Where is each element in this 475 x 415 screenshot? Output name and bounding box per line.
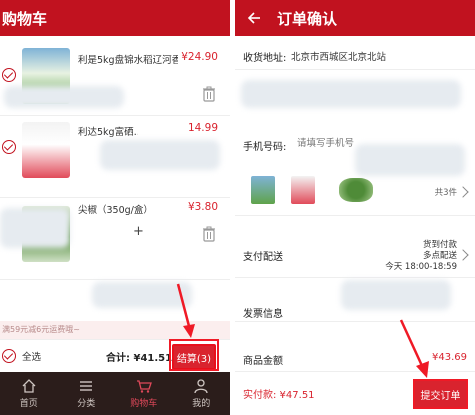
blurred-area <box>100 140 220 170</box>
address-value: 北京市西城区北京北站 <box>291 52 387 63</box>
cart-item[interactable]: 利达5kg富硒… 14.99 <box>0 116 230 198</box>
cart-total: 合计: ¥41.51 <box>106 352 173 364</box>
products-row[interactable]: 共3件 <box>235 166 475 216</box>
address-label: 收货地址: <box>243 53 287 64</box>
tab-profile[interactable]: 我的 <box>173 372 231 415</box>
cart-item[interactable]: 尖椒（350g/盒） ¥3.80 + <box>0 198 230 280</box>
tab-category[interactable]: 分类 <box>58 372 116 415</box>
menu-icon <box>80 381 93 391</box>
rice-bag-image <box>22 122 70 178</box>
item-checkbox[interactable] <box>2 68 16 82</box>
order-header: 订单确认 <box>235 0 475 36</box>
order-form: 收货地址: 北京市西城区北京北站 手机号码: 共3件 支付配送 货到付 <box>235 36 475 371</box>
trash-icon[interactable] <box>202 226 216 242</box>
blurred-area <box>4 86 124 108</box>
actual-pay: 实付款: ¥47.51 <box>243 390 315 401</box>
blurred-area <box>92 282 192 308</box>
cart-panel: 购物车 利是5kg盘锦水稻辽河香 ¥24.90 利达5kg富硒… 14.99 尖… <box>0 0 230 415</box>
item-price: ¥24.90 <box>181 51 218 63</box>
product-thumb-rice <box>291 176 315 204</box>
product-thumb-rice <box>251 176 275 204</box>
item-checkbox[interactable] <box>2 140 16 154</box>
cart-header: 购物车 <box>0 0 230 36</box>
order-panel: 订单确认 收货地址: 北京市西城区北京北站 手机号码: 共3件 <box>235 0 475 415</box>
chevron-right-icon <box>457 186 469 198</box>
blurred-area <box>341 280 451 310</box>
address-row[interactable]: 收货地址: 北京市西城区北京北站 <box>235 36 475 70</box>
delivery-label: 支付配送 <box>243 252 283 263</box>
highlight-frame <box>169 339 219 371</box>
user-icon <box>194 379 208 394</box>
bottom-tabbar: 首页 分类 购物车 我的 <box>0 372 230 415</box>
order-title: 订单确认 <box>277 9 338 28</box>
blurred-area <box>0 208 70 248</box>
back-arrow-icon[interactable] <box>243 7 265 29</box>
tab-label: 分类 <box>77 399 96 409</box>
select-all-checkbox[interactable] <box>2 349 16 363</box>
tab-home[interactable]: 首页 <box>0 372 58 415</box>
tab-label: 首页 <box>19 399 38 409</box>
delivery-row[interactable]: 支付配送 货到付款 多点配送 今天 18:00-18:59 <box>235 226 475 278</box>
item-name: 利是5kg盘锦水稻辽河香 <box>78 55 178 66</box>
home-icon <box>22 379 36 393</box>
trash-icon[interactable] <box>202 86 216 102</box>
select-all-label[interactable]: 全选 <box>22 349 41 363</box>
tab-cart[interactable]: 购物车 <box>115 372 173 415</box>
cart-list: 利是5kg盘锦水稻辽河香 ¥24.90 利达5kg富硒… 14.99 尖椒（35… <box>0 36 230 321</box>
product-thumb-pepper <box>339 178 373 202</box>
order-footer: 实付款: ¥47.51 提交订单 <box>235 371 475 415</box>
screenshot: 购物车 利是5kg盘锦水稻辽河香 ¥24.90 利达5kg富硒… 14.99 尖… <box>0 0 475 415</box>
submit-order-button[interactable]: 提交订单 <box>413 379 468 409</box>
chevron-right-icon <box>457 249 469 261</box>
item-name: 利达5kg富硒… <box>78 127 138 138</box>
item-name: 尖椒（350g/盒） <box>78 205 153 216</box>
cart-icon <box>136 380 152 393</box>
item-price: ¥3.80 <box>187 201 218 213</box>
tab-label: 购物车 <box>130 399 158 409</box>
item-price: 14.99 <box>187 122 218 134</box>
cart-title: 购物车 <box>2 9 48 28</box>
promo-bar: 满59元减6元运费哦~ <box>0 321 230 339</box>
goods-amount: ¥43.69 <box>432 352 467 363</box>
invoice-label: 发票信息 <box>243 309 283 320</box>
plus-icon[interactable]: + <box>133 224 144 239</box>
goods-amount-label: 商品金额 <box>243 356 283 367</box>
amount-row: 商品金额 ¥43.69 <box>235 336 475 370</box>
tab-label: 我的 <box>192 399 211 409</box>
cart-item[interactable]: 利是5kg盘锦水稻辽河香 ¥24.90 <box>0 36 230 116</box>
blurred-area <box>241 80 461 108</box>
item-count: 共3件 <box>434 188 457 198</box>
phone-label: 手机号码: <box>243 142 287 153</box>
delivery-time: 今天 18:00-18:59 <box>385 262 457 272</box>
